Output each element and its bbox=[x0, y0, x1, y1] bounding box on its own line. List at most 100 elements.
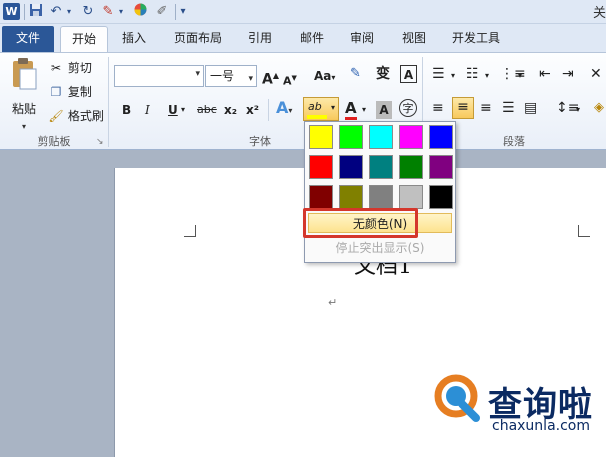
clipboard-group-label: 剪贴板 bbox=[37, 135, 71, 148]
highlighter-icon: ab bbox=[308, 100, 322, 113]
italic-button[interactable]: I bbox=[145, 101, 150, 119]
copy-label: 复制 bbox=[67, 85, 92, 99]
color-swatch[interactable] bbox=[309, 185, 333, 209]
decrease-indent-icon[interactable]: ⇤ bbox=[539, 65, 551, 83]
distributed-icon[interactable]: ▤ bbox=[524, 99, 537, 117]
multilevel-dropdown-icon[interactable]: ▾ bbox=[518, 67, 522, 85]
change-case-icon: Aa bbox=[314, 69, 332, 83]
page-corner-mark bbox=[184, 225, 196, 237]
qat-divider bbox=[175, 4, 176, 20]
increase-indent-icon[interactable]: ⇥ bbox=[562, 65, 574, 83]
color-swatch[interactable] bbox=[369, 125, 393, 149]
group-divider bbox=[268, 99, 269, 121]
bullets-dropdown-icon[interactable]: ▾ bbox=[451, 67, 455, 85]
tab-view[interactable]: 视图 bbox=[392, 26, 436, 52]
phonetic-guide-button[interactable]: 变 bbox=[376, 65, 390, 83]
char-shading-button[interactable]: A bbox=[376, 101, 392, 119]
tab-home[interactable]: 开始 bbox=[60, 26, 108, 52]
word-logo-icon[interactable]: W bbox=[3, 3, 20, 20]
numbering-dropdown-icon[interactable]: ▾ bbox=[485, 67, 489, 85]
color-wheel-icon[interactable] bbox=[132, 3, 148, 21]
shading-bucket-icon[interactable]: ◈ bbox=[594, 99, 604, 117]
align-right-icon[interactable]: ≡ bbox=[480, 99, 492, 117]
grow-font-button[interactable]: A▲ bbox=[262, 67, 279, 89]
color-swatch[interactable] bbox=[429, 185, 453, 209]
shrink-font-button[interactable]: A▼ bbox=[283, 69, 297, 91]
undo-dropdown-icon[interactable]: ▾ bbox=[64, 3, 74, 21]
color-swatch[interactable] bbox=[399, 185, 423, 209]
align-center-icon[interactable]: ≡ bbox=[452, 97, 474, 119]
color-swatch[interactable] bbox=[429, 125, 453, 149]
qat-divider bbox=[24, 4, 25, 20]
cut-button[interactable]: ✂ 剪切 bbox=[48, 59, 92, 77]
color-swatch[interactable] bbox=[369, 155, 393, 179]
color-swatch[interactable] bbox=[309, 155, 333, 179]
save-icon[interactable] bbox=[28, 3, 44, 21]
tab-references[interactable]: 引用 bbox=[238, 26, 282, 52]
shrink-font-icon: A bbox=[283, 74, 292, 88]
tab-developer[interactable]: 开发工具 bbox=[444, 26, 508, 52]
font-color-icon: A bbox=[345, 99, 357, 117]
line-spacing-dropdown-icon[interactable]: ▾ bbox=[576, 101, 580, 119]
color-swatch[interactable] bbox=[339, 155, 363, 179]
customize-qat-icon[interactable]: ▾ bbox=[178, 3, 188, 21]
tab-file[interactable]: 文件 bbox=[2, 26, 54, 52]
color-swatch[interactable] bbox=[399, 155, 423, 179]
align-left-icon[interactable]: ≡ bbox=[432, 99, 444, 117]
superscript-button[interactable]: x² bbox=[246, 101, 259, 119]
format-dropdown-icon[interactable]: ▾ bbox=[116, 3, 126, 21]
redo-icon[interactable]: ↻ bbox=[80, 3, 96, 21]
ribbon-tabs: 文件 开始 插入 页面布局 引用 邮件 审阅 视图 开发工具 bbox=[0, 24, 606, 52]
bold-button[interactable]: B bbox=[122, 101, 131, 119]
paste-label: 粘贴 bbox=[11, 102, 36, 116]
tab-insert[interactable]: 插入 bbox=[112, 26, 156, 52]
change-case-button[interactable]: Aa▾ bbox=[314, 67, 335, 87]
char-border-icon: A bbox=[403, 68, 414, 82]
tab-review[interactable]: 审阅 bbox=[340, 26, 384, 52]
phonetic-guide-icon: 变 bbox=[376, 66, 390, 82]
underline-button[interactable]: U bbox=[168, 101, 178, 119]
page-corner-mark bbox=[578, 225, 590, 237]
paste-button[interactable]: 粘贴 ▾ bbox=[8, 57, 40, 131]
window-close-text[interactable]: 关 bbox=[593, 2, 606, 21]
bullets-icon[interactable]: ☰ bbox=[432, 65, 445, 83]
enclose-char-button[interactable]: 字 bbox=[399, 99, 417, 117]
copy-button[interactable]: ❐ 复制 bbox=[48, 83, 92, 101]
font-color-dropdown-icon[interactable]: ▾ bbox=[362, 101, 366, 119]
color-swatch[interactable] bbox=[429, 155, 453, 179]
format-painter-qat-icon[interactable]: ✎ bbox=[100, 3, 116, 21]
clear-format-button[interactable]: ✎ bbox=[350, 65, 361, 83]
font-size-combo[interactable]: 一号 ▾ bbox=[205, 65, 257, 87]
font-name-combo[interactable]: ▾ bbox=[114, 65, 204, 87]
undo-icon[interactable]: ↶ bbox=[48, 3, 64, 21]
tab-mailings[interactable]: 邮件 bbox=[290, 26, 334, 52]
paste-icon bbox=[13, 58, 37, 90]
stop-highlight-item[interactable]: 停止突出显示(S) bbox=[308, 238, 452, 258]
tab-page-layout[interactable]: 页面布局 bbox=[166, 26, 230, 52]
color-swatch[interactable] bbox=[309, 125, 333, 149]
text-effect-button[interactable]: A▾ bbox=[276, 99, 292, 120]
annotation-highlight-box bbox=[303, 208, 418, 238]
underline-dropdown-icon[interactable]: ▾ bbox=[181, 101, 185, 119]
chevron-down-icon: ▾ bbox=[195, 69, 200, 79]
color-swatch[interactable] bbox=[339, 125, 363, 149]
justify-icon[interactable]: ☰ bbox=[502, 99, 515, 117]
strikethrough-button[interactable]: abc bbox=[197, 101, 217, 119]
font-size-value: 一号 bbox=[210, 69, 235, 83]
draw-icon[interactable]: ✐ bbox=[154, 3, 170, 21]
asian-layout-icon[interactable]: ✕ bbox=[590, 65, 602, 83]
color-swatch[interactable] bbox=[339, 185, 363, 209]
highlight-button[interactable]: ab ▾ bbox=[303, 97, 339, 121]
font-color-button[interactable]: A bbox=[345, 99, 357, 120]
dialog-launcher-icon[interactable]: ↘ bbox=[96, 133, 104, 151]
numbering-icon[interactable]: ☷ bbox=[466, 65, 479, 83]
subscript-button[interactable]: x₂ bbox=[224, 101, 237, 119]
color-swatch[interactable] bbox=[399, 125, 423, 149]
quick-access-toolbar: W ↶ ▾ ↻ ✎ ▾ ✐ ▾ 关 bbox=[0, 0, 606, 24]
grow-font-icon: A bbox=[262, 71, 273, 88]
highlight-color-menu: 无颜色(N) 停止突出显示(S) bbox=[304, 121, 456, 263]
chevron-down-icon: ▾ bbox=[331, 103, 336, 112]
color-swatch[interactable] bbox=[369, 185, 393, 209]
format-painter-button[interactable]: 🖌 格式刷 bbox=[48, 107, 103, 125]
char-border-button[interactable]: A bbox=[400, 65, 417, 83]
